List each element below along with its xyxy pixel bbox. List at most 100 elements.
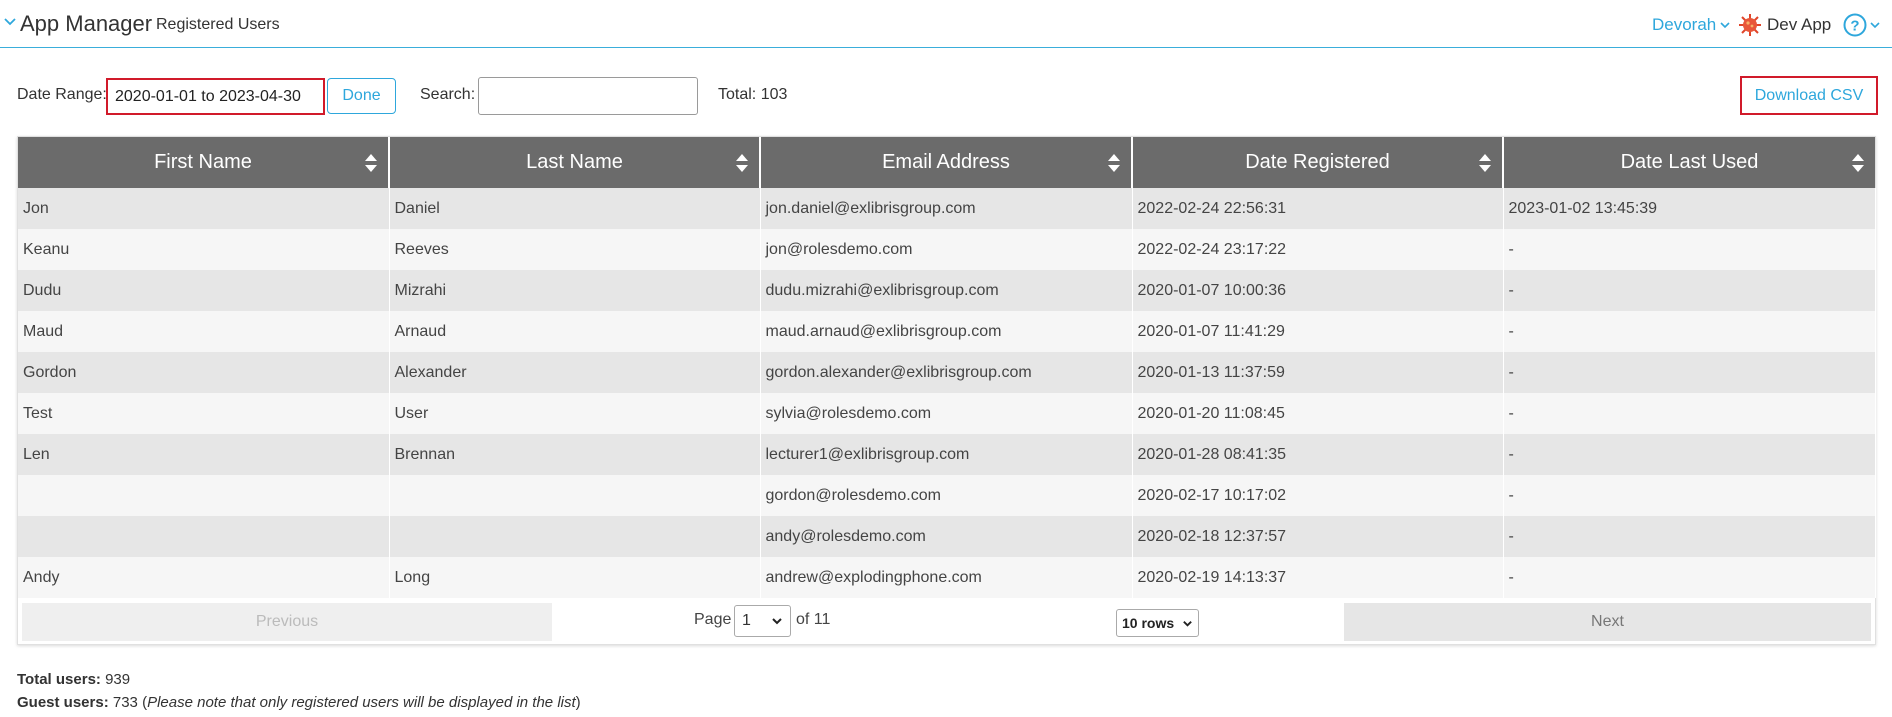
column-label: First Name	[154, 151, 252, 173]
table-row[interactable]: Jon Daniel jon.daniel@exlibrisgroup.com …	[18, 188, 1876, 229]
page-select[interactable]: 1	[734, 605, 791, 637]
table-row[interactable]: Andy Long andrew@explodingphone.com 2020…	[18, 557, 1876, 598]
cell-last-name: Long	[389, 557, 761, 598]
date-range-label: Date Range:	[17, 86, 107, 103]
guest-users-line: Guest users: 733 (Please note that only …	[17, 694, 581, 711]
cell-date-last-used: -	[1503, 311, 1876, 352]
cell-date-registered: 2022-02-24 22:56:31	[1132, 188, 1504, 229]
users-table: First Name Last Name Email Address Date …	[17, 136, 1876, 645]
cell-first-name: Gordon	[18, 352, 390, 393]
cell-email: lecturer1@exlibrisgroup.com	[760, 434, 1133, 475]
cell-date-last-used: -	[1503, 434, 1876, 475]
column-header-date-last-used[interactable]: Date Last Used	[1503, 137, 1875, 188]
cell-date-last-used: -	[1503, 393, 1876, 434]
column-header-first-name[interactable]: First Name	[18, 137, 390, 188]
cell-first-name	[18, 475, 390, 516]
cell-date-registered: 2020-02-17 10:17:02	[1132, 475, 1504, 516]
cell-last-name: Mizrahi	[389, 270, 761, 311]
table-row[interactable]: Maud Arnaud maud.arnaud@exlibrisgroup.co…	[18, 311, 1876, 352]
virus-icon	[1739, 14, 1761, 36]
cell-first-name: Len	[18, 434, 390, 475]
column-label: Last Name	[526, 151, 623, 173]
cell-last-name: Brennan	[389, 434, 761, 475]
sort-icon	[736, 154, 748, 172]
search-input[interactable]	[478, 77, 698, 115]
table-row[interactable]: Dudu Mizrahi dudu.mizrahi@exlibrisgroup.…	[18, 270, 1876, 311]
table-row[interactable]: Len Brennan lecturer1@exlibrisgroup.com …	[18, 434, 1876, 475]
user-menu[interactable]: Devorah	[1652, 15, 1731, 35]
cell-last-name: Daniel	[389, 188, 761, 229]
rows-per-page-select[interactable]: 10 rows	[1116, 609, 1199, 637]
app-title: App Manager	[20, 11, 153, 36]
cell-email: sylvia@rolesdemo.com	[760, 393, 1133, 434]
chevron-down-icon	[1720, 22, 1730, 29]
svg-text:?: ?	[1850, 18, 1859, 35]
total-users-line: Total users: 939	[17, 671, 130, 688]
previous-button[interactable]: Previous	[22, 603, 552, 641]
page-select-value: 1	[742, 612, 751, 629]
guest-users-value: 733	[112, 694, 138, 711]
help-icon: ?	[1843, 13, 1867, 37]
cell-last-name: Alexander	[389, 352, 761, 393]
cell-date-last-used: -	[1503, 352, 1876, 393]
cell-first-name	[18, 516, 390, 557]
table-row[interactable]: gordon@rolesdemo.com 2020-02-17 10:17:02…	[18, 475, 1876, 516]
column-label: Email Address	[882, 151, 1010, 173]
cell-date-registered: 2022-02-24 23:17:22	[1132, 229, 1504, 270]
cell-last-name: Arnaud	[389, 311, 761, 352]
date-range-input[interactable]	[106, 78, 325, 115]
chevron-down-icon	[772, 618, 782, 625]
table-header-row: First Name Last Name Email Address Date …	[18, 137, 1875, 188]
cell-first-name: Dudu	[18, 270, 390, 311]
cell-email: maud.arnaud@exlibrisgroup.com	[760, 311, 1133, 352]
cell-first-name: Maud	[18, 311, 390, 352]
chevron-down-icon	[1183, 620, 1192, 627]
column-label: Date Last Used	[1620, 151, 1759, 173]
cell-first-name: Andy	[18, 557, 390, 598]
next-button[interactable]: Next	[1344, 603, 1871, 641]
pagination-bar: Previous Page 1 of 11 10 rows Next	[18, 600, 1875, 644]
app-header: App Manager Registered Users Devorah Dev…	[0, 0, 1892, 48]
column-header-email[interactable]: Email Address	[760, 137, 1133, 188]
cell-date-last-used: 2023-01-02 13:45:39	[1503, 188, 1876, 229]
chevron-down-icon	[1870, 22, 1880, 29]
cell-email: dudu.mizrahi@exlibrisgroup.com	[760, 270, 1133, 311]
page-count: of 11	[796, 611, 831, 628]
cell-email: gordon@rolesdemo.com	[760, 475, 1133, 516]
search-label: Search:	[420, 86, 476, 103]
sort-icon	[1108, 154, 1120, 172]
cell-date-registered: 2020-02-19 14:13:37	[1132, 557, 1504, 598]
page-label: Page	[694, 611, 732, 628]
column-header-date-registered[interactable]: Date Registered	[1132, 137, 1504, 188]
cell-last-name: Reeves	[389, 229, 761, 270]
rows-per-page-value: 10 rows	[1122, 615, 1175, 631]
done-button[interactable]: Done	[327, 78, 396, 114]
app-switcher[interactable]: Dev App	[1738, 13, 1831, 37]
cell-date-registered: 2020-01-28 08:41:35	[1132, 434, 1504, 475]
cell-date-registered: 2020-01-07 10:00:36	[1132, 270, 1504, 311]
total-count: Total: 103	[718, 86, 788, 103]
cell-first-name: Test	[18, 393, 390, 434]
table-row[interactable]: Keanu Reeves jon@rolesdemo.com 2022-02-2…	[18, 229, 1876, 270]
help-menu[interactable]: ?	[1843, 13, 1881, 37]
guest-users-note: Please note that only registered users w…	[147, 694, 576, 711]
table-row[interactable]: Test User sylvia@rolesdemo.com 2020-01-2…	[18, 393, 1876, 434]
cell-date-registered: 2020-01-20 11:08:45	[1132, 393, 1504, 434]
chevron-down-icon[interactable]	[3, 14, 17, 28]
sort-icon	[365, 154, 377, 172]
total-users-label: Total users:	[17, 671, 101, 688]
total-users-value: 939	[105, 671, 131, 688]
table-row[interactable]: Gordon Alexander gordon.alexander@exlibr…	[18, 352, 1876, 393]
column-header-last-name[interactable]: Last Name	[389, 137, 761, 188]
user-name: Devorah	[1652, 15, 1717, 34]
download-csv-button[interactable]: Download CSV	[1740, 76, 1878, 115]
sort-icon	[1479, 154, 1491, 172]
cell-last-name	[389, 475, 761, 516]
guest-users-label: Guest users:	[17, 694, 109, 711]
cell-date-registered: 2020-01-13 11:37:59	[1132, 352, 1504, 393]
cell-email: gordon.alexander@exlibrisgroup.com	[760, 352, 1133, 393]
cell-first-name: Jon	[18, 188, 390, 229]
cell-email: andrew@explodingphone.com	[760, 557, 1133, 598]
cell-date-last-used: -	[1503, 475, 1876, 516]
table-row[interactable]: andy@rolesdemo.com 2020-02-18 12:37:57 -	[18, 516, 1876, 557]
